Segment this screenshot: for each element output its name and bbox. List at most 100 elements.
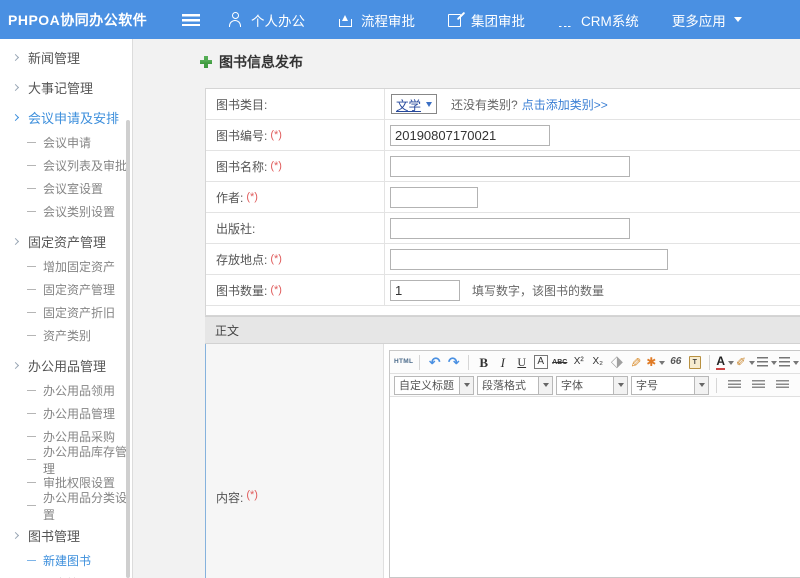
dash-icon [27, 211, 36, 212]
sidebar-item-label: 图书管理 [28, 526, 80, 545]
highlight-icon[interactable]: ✐ [736, 353, 755, 372]
blockquote-icon[interactable]: 66 [667, 353, 684, 372]
content-editor-row: 内容: (*) HTML↶↷BIUAABCX²X₂◪✎✱66TA✐ 自定义标题段… [205, 344, 800, 578]
sidebar-scrollbar[interactable] [126, 120, 130, 578]
sidebar-item-16[interactable]: 办公用品库存管理 [0, 448, 132, 471]
sidebar-item-6[interactable]: 会议类别设置 [0, 200, 132, 223]
sidebar-item-19[interactable]: 图书管理 [0, 524, 132, 547]
sidebar-item-4[interactable]: 会议列表及审批 [0, 154, 132, 177]
align-center-icon[interactable] [748, 376, 769, 395]
ordered-list-icon[interactable] [757, 353, 777, 372]
storage-location-input[interactable] [390, 249, 668, 270]
sidebar-item-1[interactable]: 大事记管理 [0, 76, 132, 99]
sidebar-item-3[interactable]: 会议申请 [0, 131, 132, 154]
author-input[interactable] [390, 187, 478, 208]
sidebar-item-label: 办公用品领用 [43, 382, 115, 399]
sidebar-item-20[interactable]: 新建图书 [0, 549, 132, 572]
sidebar-item-9[interactable]: 固定资产管理 [0, 278, 132, 301]
field-label: 图书编号: [216, 127, 267, 144]
category-select-value: 文学 [396, 95, 421, 114]
sidebar-item-18[interactable]: 办公用品分类设置 [0, 494, 132, 517]
editor-content-area[interactable] [390, 397, 800, 577]
required-mark: (*) [270, 129, 282, 141]
sidebar-item-2[interactable]: 会议申请及安排 [0, 106, 132, 129]
topbar-item-workflow-approval[interactable]: 流程审批 [338, 10, 415, 30]
topbar-menu: 个人办公 流程审批 集团审批 CRM系统 更多应用 [228, 10, 775, 30]
sidebar-item-label: 增加固定资产 [43, 258, 115, 275]
dash-icon [27, 312, 36, 313]
paragraph-format-select[interactable]: 段落格式 [477, 376, 553, 395]
strikethrough-icon[interactable]: ABC [551, 353, 568, 372]
chevron-down-icon[interactable] [614, 376, 628, 395]
page-title: 图书信息发布 [219, 52, 303, 72]
eraser-icon[interactable]: ◪ [608, 353, 625, 372]
custom-title-select[interactable]: 自定义标题 [394, 376, 474, 395]
font-color-icon[interactable]: A [716, 353, 734, 372]
dash-icon [27, 165, 36, 166]
topbar-item-personal-office[interactable]: 个人办公 [228, 10, 305, 30]
char-border-icon[interactable]: A [532, 353, 549, 372]
sidebar-item-label: 会议室设置 [43, 180, 103, 197]
sidebar-item-7[interactable]: 固定资产管理 [0, 230, 132, 253]
dash-icon [27, 335, 36, 336]
format-brush-icon[interactable]: ✎ [627, 353, 644, 372]
sidebar-item-14[interactable]: 办公用品管理 [0, 402, 132, 425]
align-right-icon[interactable] [772, 376, 793, 395]
font-size-select[interactable]: 字号 [631, 376, 709, 395]
sidebar-item-13[interactable]: 办公用品领用 [0, 379, 132, 402]
bold-icon[interactable]: B [475, 353, 492, 372]
dash-icon [27, 266, 36, 267]
subscript-icon[interactable]: X₂ [589, 353, 606, 372]
edit-icon [448, 12, 463, 27]
separator [419, 355, 420, 370]
align-justify-icon[interactable] [796, 376, 800, 395]
html-source-icon[interactable]: HTML [394, 353, 413, 372]
chevron-down-icon[interactable] [460, 376, 474, 395]
sidebar-item-label: 会议申请及安排 [28, 108, 119, 127]
align-left-icon[interactable] [724, 376, 745, 395]
superscript-icon[interactable]: X² [570, 353, 587, 372]
sidebar-item-11[interactable]: 资产类别 [0, 324, 132, 347]
hamburger-menu-icon[interactable] [182, 14, 200, 26]
dash-icon [27, 459, 36, 460]
dash-icon [27, 482, 36, 483]
sidebar-nav: 新闻管理大事记管理会议申请及安排会议申请会议列表及审批会议室设置会议类别设置固定… [0, 46, 132, 578]
book-number-input[interactable] [390, 125, 550, 146]
dash-icon [27, 436, 36, 437]
topbar-item-crm-system[interactable]: CRM系统 [558, 10, 639, 30]
sidebar-item-8[interactable]: 增加固定资产 [0, 255, 132, 278]
paint-format-icon[interactable]: ✱ [646, 353, 665, 372]
sidebar-item-12[interactable]: 办公用品管理 [0, 354, 132, 377]
sidebar-item-label: 固定资产管理 [43, 281, 115, 298]
topbar-item-more-apps[interactable]: 更多应用 [672, 10, 742, 30]
unordered-list-icon[interactable] [779, 353, 799, 372]
paste-text-icon[interactable]: T [686, 353, 703, 372]
publisher-input[interactable] [390, 218, 630, 239]
book-name-input[interactable] [390, 156, 630, 177]
sidebar-item-10[interactable]: 固定资产折旧 [0, 301, 132, 324]
topbar-item-label: 集团审批 [471, 10, 525, 30]
required-mark: (*) [246, 489, 258, 501]
chevron-down-icon[interactable] [695, 376, 709, 395]
sidebar-item-label: 新建图书 [43, 552, 91, 569]
italic-icon[interactable]: I [494, 353, 511, 372]
dash-icon [27, 188, 36, 189]
separator [468, 355, 469, 370]
underline-icon[interactable]: U [513, 353, 530, 372]
required-mark: (*) [270, 160, 282, 172]
topbar-item-group-approval[interactable]: 集团审批 [448, 10, 525, 30]
font-family-select[interactable]: 字体 [556, 376, 628, 395]
category-select[interactable]: 文学 [391, 94, 437, 114]
add-plus-icon [200, 56, 212, 68]
required-mark: (*) [270, 253, 282, 265]
chevron-right-icon [12, 114, 19, 121]
sidebar-item-0[interactable]: 新闻管理 [0, 46, 132, 69]
chevron-down-icon[interactable] [539, 376, 553, 395]
undo-icon[interactable]: ↶ [426, 353, 443, 372]
add-category-link[interactable]: 点击添加类别>> [522, 96, 608, 113]
field-hint: 填写数字，该图书的数量 [472, 282, 604, 299]
sidebar-item-5[interactable]: 会议室设置 [0, 177, 132, 200]
book-quantity-input[interactable] [390, 280, 460, 301]
redo-icon[interactable]: ↷ [445, 353, 462, 372]
sidebar-item-21[interactable]: 图书管理 [0, 572, 132, 578]
